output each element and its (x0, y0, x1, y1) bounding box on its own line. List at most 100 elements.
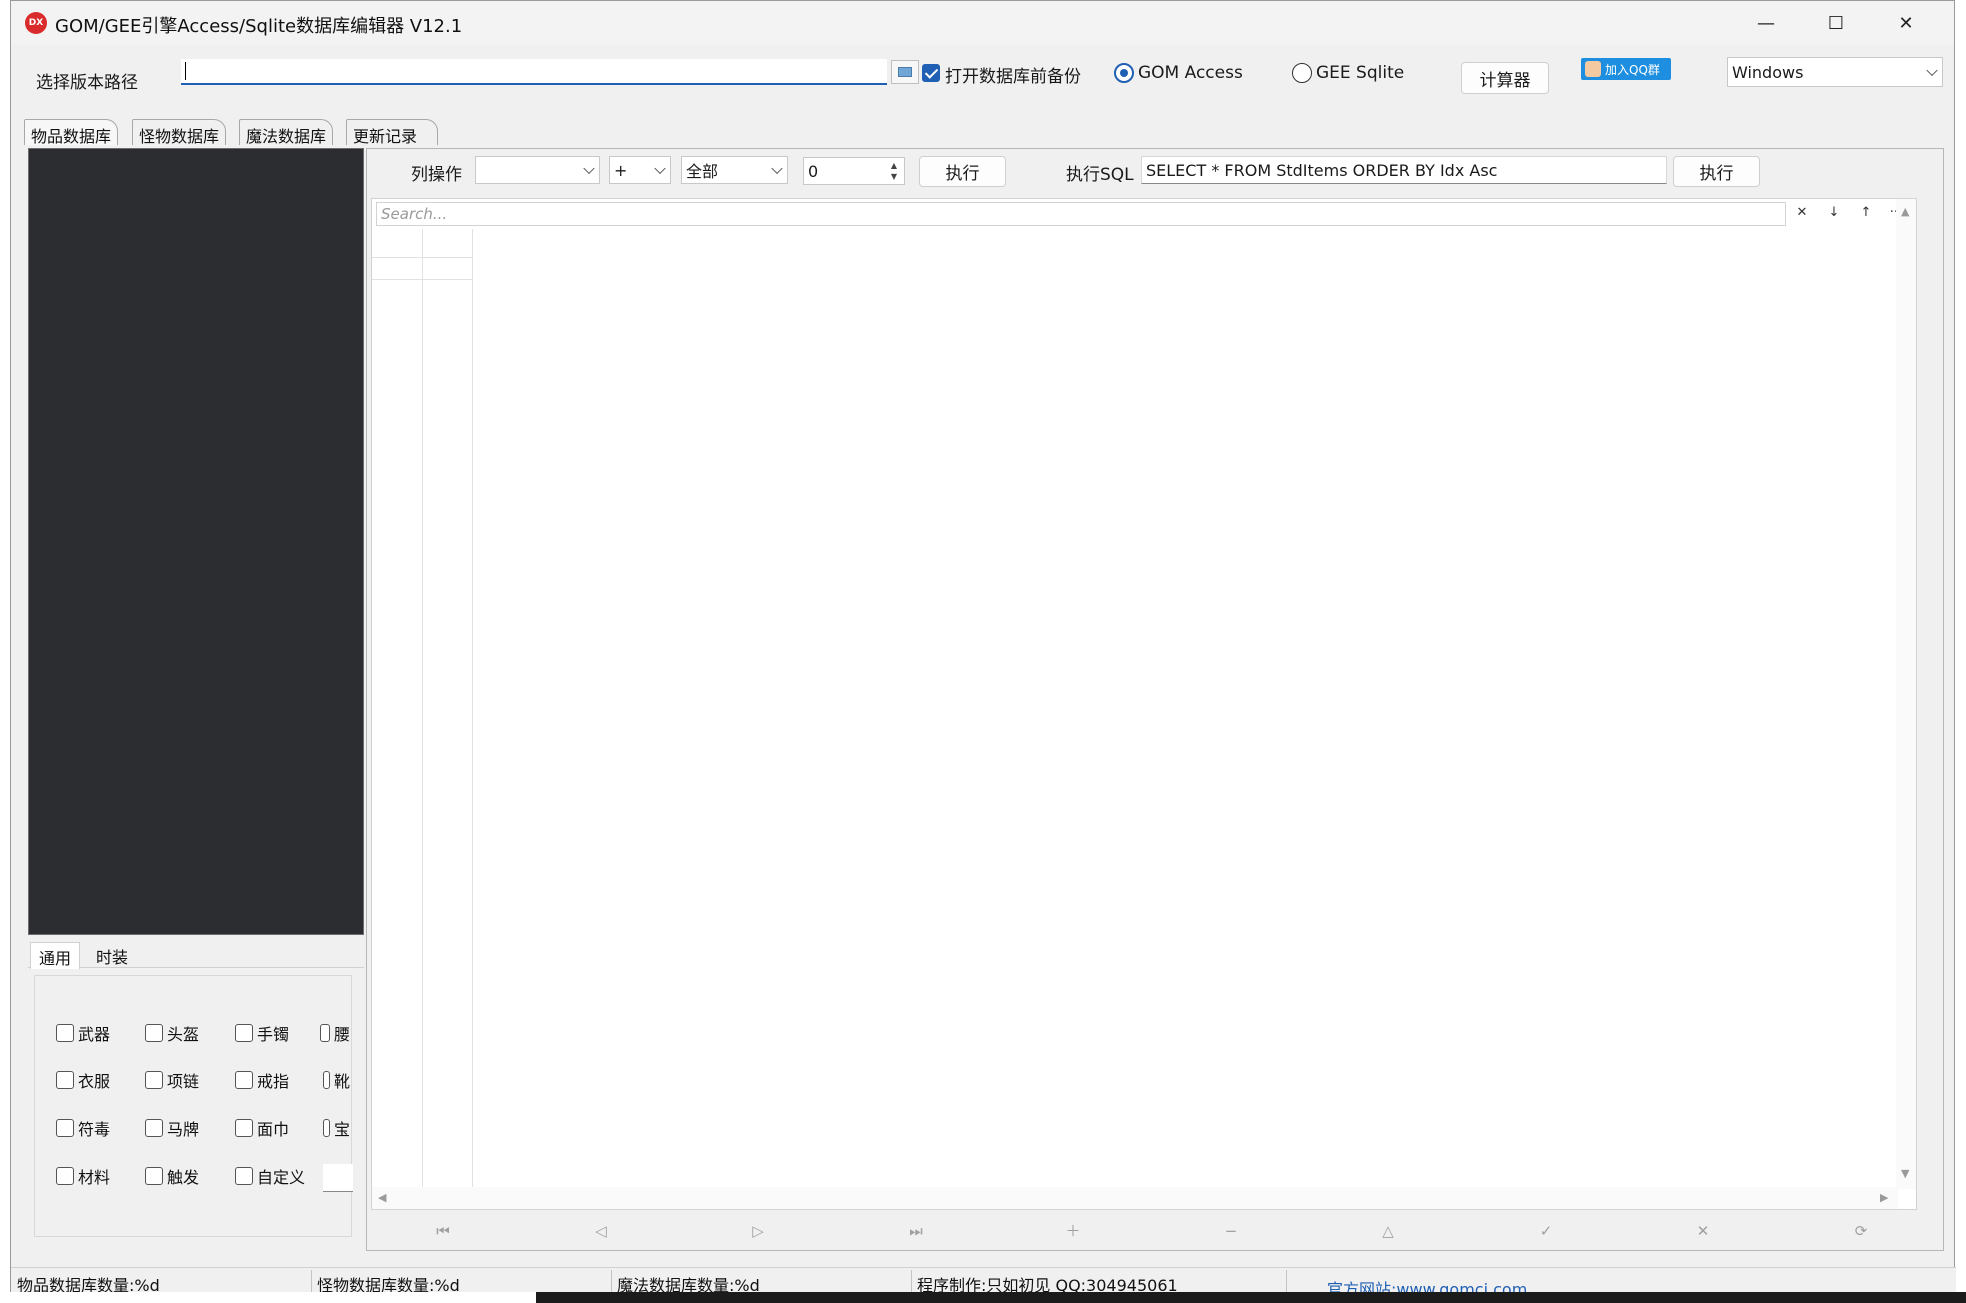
filter-label: 自定义 (257, 1168, 306, 1187)
filter-label: 材料 (78, 1168, 111, 1187)
grid-search-input[interactable]: Search... (376, 202, 1786, 226)
backup-checkbox[interactable] (922, 64, 940, 82)
path-input[interactable] (181, 59, 887, 85)
close-button[interactable]: ✕ (1871, 1, 1941, 45)
clear-search-icon[interactable]: ✕ (1792, 205, 1812, 225)
checkbox[interactable] (56, 1071, 74, 1089)
checkbox[interactable] (323, 1071, 330, 1089)
column-select[interactable] (475, 156, 600, 184)
tab-monsters[interactable]: 怪物数据库 (132, 119, 227, 146)
subtab-fashion[interactable]: 时装 (88, 942, 136, 970)
folder-icon (898, 67, 912, 77)
grid-column-divider (422, 229, 423, 1189)
checkbox[interactable] (323, 1119, 330, 1137)
chevron-down-icon (583, 162, 595, 175)
theme-select[interactable]: Windows (1727, 57, 1943, 87)
find-prev-icon[interactable]: ↑ (1856, 205, 1876, 225)
gee-sqlite-radio[interactable] (1292, 63, 1312, 83)
nav-edit-icon[interactable]: △ (1376, 1219, 1400, 1243)
nav-refresh-icon[interactable]: ⟳ (1849, 1219, 1873, 1243)
filter-label: 靴 (333, 1072, 350, 1091)
filter-material[interactable]: 材料 (56, 1164, 110, 1188)
nav-post-icon[interactable]: ✓ (1534, 1219, 1558, 1243)
sql-input[interactable]: SELECT * FROM StdItems ORDER BY Idx Asc (1141, 156, 1667, 184)
value-spinner[interactable]: 0 ▲ ▼ (803, 157, 905, 185)
operator-select[interactable]: + (609, 156, 671, 184)
filter-boots[interactable]: 靴 (323, 1068, 350, 1092)
filter-helmet[interactable]: 头盔 (145, 1021, 199, 1045)
filter-label: 项链 (167, 1072, 200, 1091)
vertical-scrollbar[interactable]: ▲ ▼ (1896, 199, 1916, 1189)
status-separator (311, 1270, 312, 1292)
filter-label: 符毒 (78, 1120, 111, 1139)
checkbox[interactable] (235, 1024, 253, 1042)
nav-last-icon[interactable]: ⏭ (904, 1219, 928, 1243)
scope-select-value: 全部 (686, 162, 719, 181)
category-tree[interactable] (28, 148, 364, 935)
custom-filter-input[interactable] (323, 1164, 353, 1192)
join-qq-group-button[interactable]: 加入QQ群 (1581, 58, 1671, 80)
nav-cancel-icon[interactable]: ✕ (1691, 1219, 1715, 1243)
filter-armor[interactable]: 衣服 (56, 1068, 110, 1092)
calculator-button[interactable]: 计算器 (1461, 62, 1549, 94)
checkbox[interactable] (145, 1167, 163, 1185)
nav-prior-icon[interactable]: ◁ (589, 1219, 613, 1243)
operator-select-value: + (614, 160, 628, 180)
maximize-button[interactable]: ☐ (1801, 1, 1871, 45)
scroll-right-icon[interactable]: ▶ (1880, 1191, 1888, 1204)
filter-trigger[interactable]: 触发 (145, 1164, 199, 1188)
grid-column-divider (472, 229, 473, 1189)
checkbox[interactable] (56, 1167, 74, 1185)
filter-custom[interactable]: 自定义 (235, 1164, 305, 1188)
filter-gem[interactable]: 宝 (323, 1116, 350, 1140)
filter-weapon[interactable]: 武器 (56, 1021, 110, 1045)
spinner-arrows-icon[interactable]: ▲ ▼ (886, 160, 902, 182)
scroll-up-icon[interactable]: ▲ (1901, 205, 1909, 218)
filter-bracelet[interactable]: 手镯 (235, 1021, 289, 1045)
checkbox[interactable] (320, 1024, 330, 1042)
grid-search-placeholder: Search... (381, 205, 448, 223)
nav-delete-icon[interactable]: − (1219, 1219, 1243, 1243)
chevron-down-icon (771, 162, 783, 175)
scroll-down-icon[interactable]: ▼ (1901, 1167, 1909, 1180)
tab-changelog[interactable]: 更新记录 (346, 119, 438, 146)
nav-first-icon[interactable]: ⏮ (431, 1219, 455, 1243)
scroll-left-icon[interactable]: ◀ (378, 1191, 386, 1204)
checkbox[interactable] (56, 1119, 74, 1137)
filter-ring[interactable]: 戒指 (235, 1068, 289, 1092)
tab-items[interactable]: 物品数据库 (24, 119, 119, 146)
data-grid[interactable]: Search... ✕ ↓ ↑ ··· ▲ ▼ ◀ ▶ (371, 198, 1917, 1210)
sql-label: 执行SQL (1066, 165, 1134, 185)
filter-mask[interactable]: 面巾 (235, 1116, 289, 1140)
qq-avatar-icon (1585, 61, 1601, 77)
filter-label: 马牌 (167, 1120, 200, 1139)
find-next-icon[interactable]: ↓ (1824, 205, 1844, 225)
filter-necklace[interactable]: 项链 (145, 1068, 199, 1092)
gee-sqlite-label: GEE Sqlite (1316, 63, 1405, 83)
checkbox[interactable] (145, 1071, 163, 1089)
filter-talisman[interactable]: 符毒 (56, 1116, 110, 1140)
path-label: 选择版本路径 (36, 73, 138, 93)
checkbox[interactable] (235, 1167, 253, 1185)
horizontal-scrollbar[interactable]: ◀ ▶ (372, 1187, 1898, 1209)
checkbox[interactable] (145, 1024, 163, 1042)
filter-belt[interactable]: 腰 (320, 1021, 350, 1045)
subtab-general[interactable]: 通用 (30, 942, 81, 969)
tab-magic[interactable]: 魔法数据库 (239, 119, 334, 146)
checkbox[interactable] (56, 1024, 74, 1042)
column-execute-button[interactable]: 执行 (919, 156, 1006, 187)
chevron-down-icon (654, 162, 666, 175)
nav-next-icon[interactable]: ▷ (746, 1219, 770, 1243)
checkbox[interactable] (235, 1119, 253, 1137)
qq-badge-label: 加入QQ群 (1605, 62, 1660, 77)
status-bar: 物品数据库数量:%d 怪物数据库数量:%d 魔法数据库数量:%d 程序制作:只如… (11, 1267, 1956, 1299)
gom-access-radio[interactable] (1114, 63, 1134, 83)
sql-execute-button[interactable]: 执行 (1673, 156, 1760, 187)
browse-folder-button[interactable] (891, 60, 919, 84)
nav-insert-icon[interactable]: ＋ (1061, 1219, 1085, 1243)
filter-horse-card[interactable]: 马牌 (145, 1116, 199, 1140)
scope-select[interactable]: 全部 (681, 156, 788, 184)
checkbox[interactable] (145, 1119, 163, 1137)
checkbox[interactable] (235, 1071, 253, 1089)
minimize-button[interactable]: — (1731, 1, 1801, 45)
